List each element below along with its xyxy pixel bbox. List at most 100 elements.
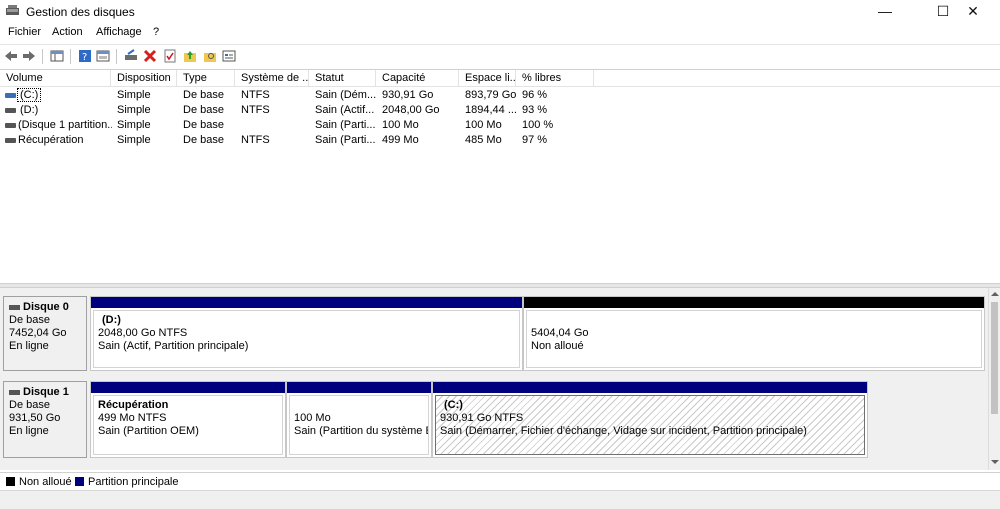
volume-icon	[5, 123, 16, 128]
disk-0-label[interactable]: Disque 0 De base 7452,04 Go En ligne	[3, 296, 87, 371]
primary-partition-bar	[433, 382, 867, 393]
list-view-icon[interactable]	[222, 49, 236, 63]
partition-size: 5404,04 Go	[531, 327, 589, 339]
partition-status: Non alloué	[531, 340, 584, 352]
primary-partition-swatch	[75, 477, 84, 486]
disk-1-label[interactable]: Disque 1 De base 931,50 Go En ligne	[3, 381, 87, 458]
check-icon[interactable]	[163, 49, 177, 63]
partition-body: (D:) 2048,00 Go NTFS Sain (Actif, Partit…	[93, 310, 520, 368]
disk-status: En ligne	[9, 425, 49, 437]
partition-body: 100 Mo Sain (Partition du système EF	[289, 395, 429, 455]
delete-icon[interactable]	[143, 49, 157, 63]
disk-name: Disque 0	[23, 301, 69, 313]
table-row[interactable]: (D:) Simple De base NTFS Sain (Actif... …	[0, 103, 1000, 118]
volume-name: (C:)	[17, 88, 42, 102]
toolbar: ?	[0, 44, 1000, 66]
disk-size: 931,50 Go	[9, 412, 61, 424]
properties-grid-icon[interactable]	[50, 49, 64, 63]
cell-type: De base	[183, 89, 224, 101]
column-header-volume[interactable]: Volume	[0, 70, 111, 87]
partition-size: 2048,00 Go NTFS	[98, 327, 188, 339]
scroll-up-icon[interactable]	[991, 292, 999, 296]
rescan-icon[interactable]	[124, 49, 138, 63]
forward-icon[interactable]	[22, 49, 36, 63]
table-row[interactable]: (Disque 1 partition... Simple De base Sa…	[0, 118, 1000, 133]
disk-management-icon	[6, 5, 19, 15]
column-header-percent-free[interactable]: % libres	[516, 70, 594, 87]
unallocated-bar	[524, 297, 984, 308]
disk-type: De base	[9, 399, 50, 411]
legend-primary-partition: Partition principale	[88, 476, 179, 488]
scroll-down-icon[interactable]	[991, 460, 999, 464]
column-header-free-space[interactable]: Espace li...	[459, 70, 516, 87]
svg-text:?: ?	[82, 52, 87, 63]
unallocated-space[interactable]: 5404,04 Go Non alloué	[523, 296, 985, 371]
cell-filesystem: NTFS	[241, 89, 270, 101]
cell-percent-free: 97 %	[522, 134, 548, 146]
disk-icon	[9, 305, 20, 310]
partition-status: Sain (Partition du système EF	[294, 425, 429, 437]
help-icon[interactable]: ?	[78, 49, 92, 63]
volume-icon	[5, 138, 16, 143]
column-header-status[interactable]: Statut	[309, 70, 376, 87]
folder-up-icon[interactable]	[183, 49, 197, 63]
unallocated-swatch	[6, 477, 15, 486]
column-header-capacity[interactable]: Capacité	[376, 70, 459, 87]
console-view-icon[interactable]	[96, 49, 110, 63]
cell-percent-free: 96 %	[522, 89, 548, 101]
table-row[interactable]: Récupération Simple De base NTFS Sain (P…	[0, 133, 1000, 148]
partition-recuperation[interactable]: Récupération 499 Mo NTFS Sain (Partition…	[90, 381, 286, 458]
partition-d[interactable]: (D:) 2048,00 Go NTFS Sain (Actif, Partit…	[90, 296, 523, 371]
partition-status: Sain (Partition OEM)	[98, 425, 199, 437]
toolbar-separator	[42, 49, 43, 64]
cell-disposition: Simple	[117, 119, 151, 131]
close-button[interactable]: ✕	[950, 0, 996, 23]
vertical-scrollbar[interactable]	[988, 288, 1000, 470]
cell-percent-free: 93 %	[522, 104, 548, 116]
menu-action[interactable]: Action	[52, 26, 83, 38]
legend: Non alloué Partition principale	[0, 472, 1000, 490]
status-bar	[0, 490, 1000, 509]
partition-efi-system[interactable]: 100 Mo Sain (Partition du système EF	[286, 381, 432, 458]
volume-name: Récupération	[18, 134, 84, 146]
partition-c[interactable]: (C:) 930,91 Go NTFS Sain (Démarrer, Fich…	[432, 381, 868, 458]
menu-fichier[interactable]: Fichier	[8, 26, 41, 38]
volume-list: Volume Disposition Type Système de ... S…	[0, 69, 1000, 283]
column-header-disposition[interactable]: Disposition	[111, 70, 177, 87]
primary-partition-bar	[91, 297, 522, 308]
folder-search-icon[interactable]	[203, 49, 217, 63]
column-header-filesystem[interactable]: Système de ...	[235, 70, 309, 87]
scrollbar-thumb[interactable]	[991, 302, 998, 414]
cell-capacity: 2048,00 Go	[382, 104, 440, 116]
volume-icon	[5, 93, 16, 98]
toolbar-separator	[116, 49, 117, 64]
volume-name: (Disque 1 partition...	[18, 119, 112, 131]
disk-size: 7452,04 Go	[9, 327, 67, 339]
cell-type: De base	[183, 119, 224, 131]
partition-body: 5404,04 Go Non alloué	[526, 310, 982, 368]
cell-disposition: Simple	[117, 104, 151, 116]
volume-icon	[5, 108, 16, 113]
cell-type: De base	[183, 104, 224, 116]
cell-capacity: 930,91 Go	[382, 89, 434, 101]
menu-help[interactable]: ?	[153, 26, 159, 38]
cell-free-space: 1894,44 ...	[465, 104, 517, 116]
cell-type: De base	[183, 134, 224, 146]
cell-free-space: 485 Mo	[465, 134, 502, 146]
volume-list-header: Volume Disposition Type Système de ... S…	[0, 70, 1000, 87]
disk-icon	[9, 390, 20, 395]
table-row[interactable]: (C:) Simple De base NTFS Sain (Dém... 93…	[0, 88, 1000, 103]
disk-graphical-view: Disque 0 De base 7452,04 Go En ligne (D:…	[0, 288, 988, 470]
partition-status: Sain (Actif, Partition principale)	[98, 340, 249, 352]
cell-filesystem: NTFS	[241, 104, 270, 116]
back-icon[interactable]	[4, 49, 18, 63]
column-header-type[interactable]: Type	[177, 70, 235, 87]
cell-capacity: 100 Mo	[382, 119, 419, 131]
minimize-button[interactable]: —	[862, 0, 908, 23]
window-title: Gestion des disques	[26, 5, 135, 19]
partition-title: (C:)	[444, 399, 463, 411]
menu-affichage[interactable]: Affichage	[96, 26, 142, 38]
partition-status: Sain (Démarrer, Fichier d'échange, Vidag…	[440, 425, 807, 437]
primary-partition-bar	[91, 382, 285, 393]
disk-type: De base	[9, 314, 50, 326]
